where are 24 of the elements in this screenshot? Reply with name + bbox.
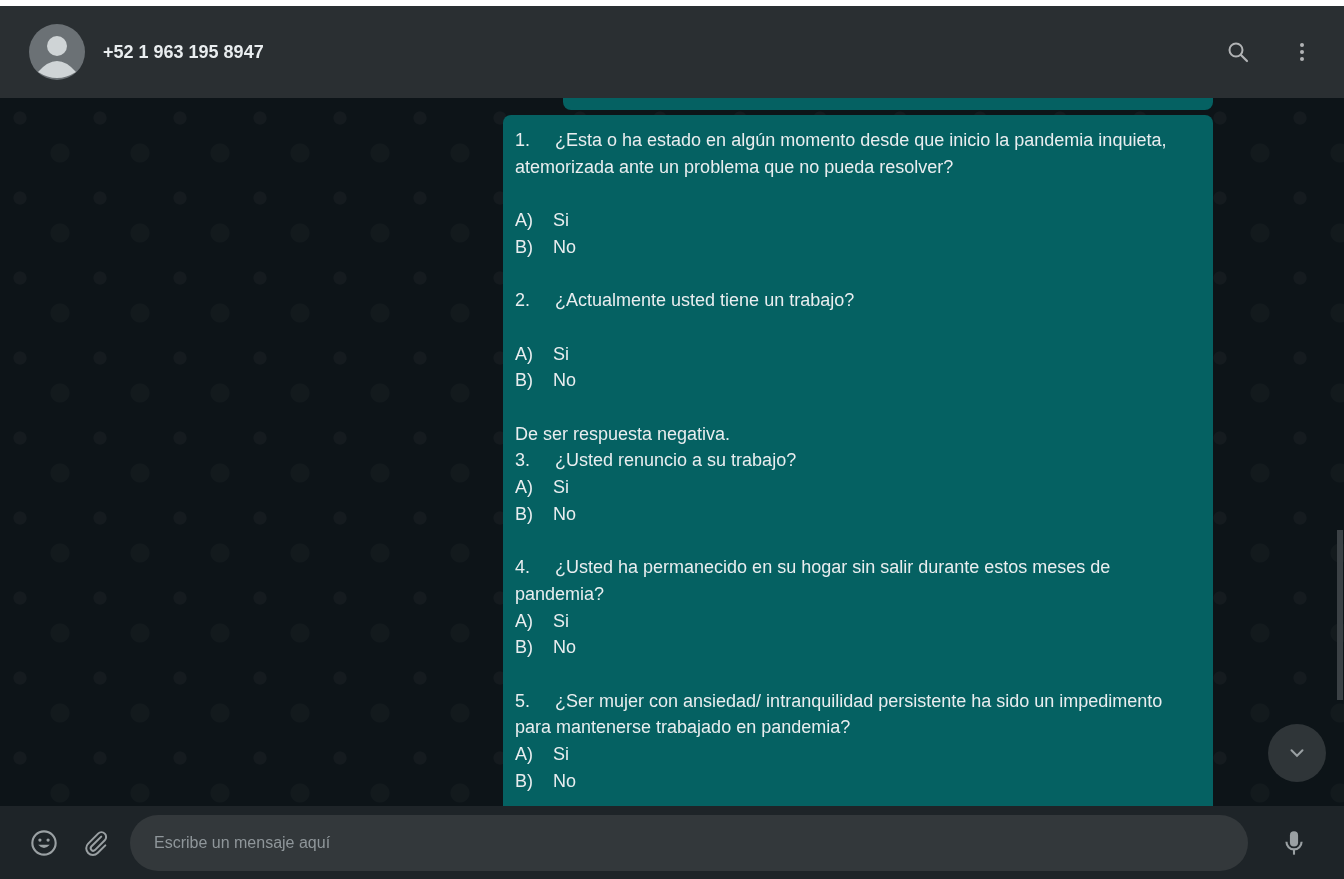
answer-option: A) Si [515,207,1195,234]
answer-option: B) No [515,634,1195,661]
answer-option: A) Si [515,474,1195,501]
message-input-field[interactable]: Escribe un mensaje aquí [130,814,1248,871]
contact-name[interactable]: +52 1 963 195 8947 [103,41,264,63]
emoji-icon[interactable] [30,828,58,857]
note-text: De ser respuesta negativa. [515,422,732,446]
scrollbar-thumb[interactable] [1337,530,1343,700]
question-text: 3. ¿Usted renuncio a su trabajo? [515,449,798,473]
answer-option: B) No [515,233,1195,261]
question-text: 1. ¿Esta o ha estado en algún momento desde que inicio la pandemia inquieta, atemorizada ante un problema que no pueda resolver? [515,129,1168,179]
menu-icon[interactable] [1298,40,1306,64]
answer-option: A) Si [515,607,1195,635]
answer-option: A) Si [515,741,1195,768]
question-text: 4. ¿Usted ha permanecido en su hogar sin salir durante estos meses de pandemia? [515,556,1112,606]
question-text: 5. ¿Ser mujer con ansiedad/ intranquilidad persistente ha sido un impedimento para mantenerse trabajado en pandemia? [515,689,1164,740]
answer-option: A) Si [515,340,1195,368]
search-icon[interactable] [1226,40,1250,64]
answer-option: B) No [515,367,1195,394]
avatar-icon[interactable] [29,24,85,80]
answer-option: B) No [515,500,1195,528]
question-text: 2. ¿Actualmente usted tiene un trabajo? [515,289,856,313]
answer-option: B) No [515,767,1195,795]
attachment-icon[interactable] [82,828,110,857]
